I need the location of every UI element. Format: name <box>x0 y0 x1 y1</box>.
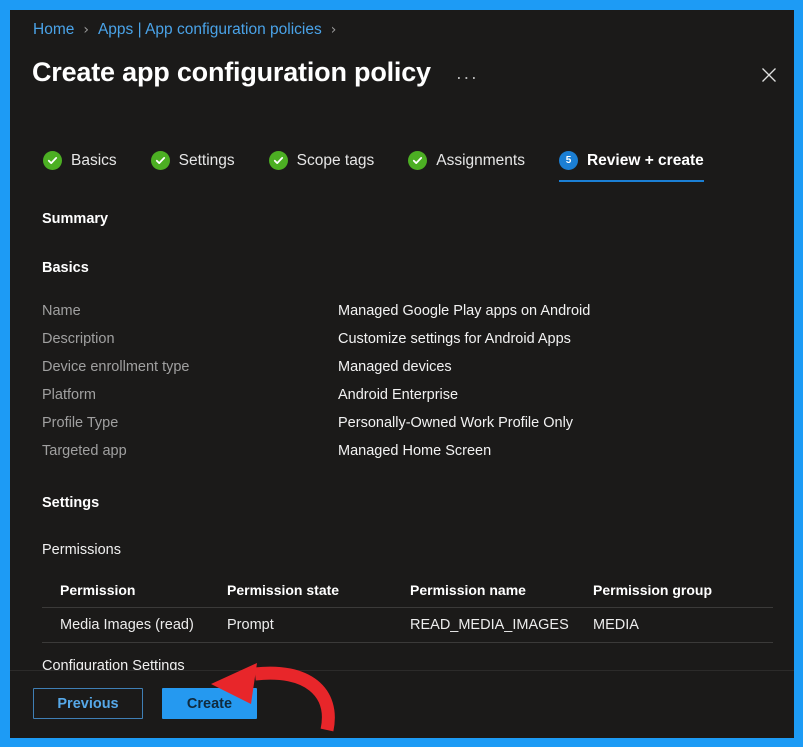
column-header-permission-group: Permission group <box>593 582 713 598</box>
table-header-row: Permission Permission state Permission n… <box>42 573 773 607</box>
configuration-settings-label: Configuration Settings <box>42 658 185 670</box>
basics-label: Name <box>42 303 81 319</box>
wizard-step-settings[interactable]: Settings <box>150 151 235 182</box>
wizard-step-assignments[interactable]: Assignments <box>408 151 525 182</box>
basics-value: Personally-Owned Work Profile Only <box>338 415 574 431</box>
create-button[interactable]: Create <box>162 688 257 719</box>
wizard-step-label: Basics <box>71 151 117 169</box>
breadcrumb: Home › Apps | App configuration policies… <box>33 21 345 39</box>
previous-button[interactable]: Previous <box>33 688 143 719</box>
permissions-table: Permission Permission state Permission n… <box>42 573 773 643</box>
summary-heading: Summary <box>42 211 109 227</box>
basics-row: Targeted app Managed Home Screen <box>42 437 774 465</box>
basics-rows: Name Managed Google Play apps on Android… <box>42 297 774 465</box>
column-header-permission: Permission <box>60 582 136 598</box>
check-icon <box>268 151 288 170</box>
column-header-permission-name: Permission name <box>410 582 526 598</box>
basics-value: Android Enterprise <box>338 387 459 403</box>
window-frame: Home › Apps | App configuration policies… <box>0 0 803 747</box>
column-header-permission-state: Permission state <box>227 582 340 598</box>
basics-label: Platform <box>42 387 96 403</box>
wizard-step-review-create[interactable]: 5 Review + create <box>558 151 704 182</box>
wizard-step-label: Review + create <box>586 151 704 169</box>
close-icon[interactable] <box>754 60 784 90</box>
wizard-step-scope-tags[interactable]: Scope tags <box>268 151 375 182</box>
check-icon <box>43 151 62 170</box>
basics-row: Profile Type Personally-Owned Work Profi… <box>42 409 774 437</box>
basics-value: Managed Home Screen <box>338 443 492 459</box>
basics-label: Targeted app <box>42 443 127 459</box>
cell-permission-name: READ_MEDIA_IMAGES <box>410 617 569 633</box>
basics-row: Platform Android Enterprise <box>42 381 774 409</box>
basics-row: Name Managed Google Play apps on Android <box>42 297 774 325</box>
breadcrumb-separator-icon: › <box>83 22 89 38</box>
cell-permission: Media Images (read) <box>60 617 194 633</box>
basics-heading: Basics <box>42 260 89 276</box>
title-row: Create app configuration policy ··· <box>32 57 478 88</box>
basics-value: Customize settings for Android Apps <box>338 331 571 347</box>
blade-panel: Home › Apps | App configuration policies… <box>10 10 794 738</box>
breadcrumb-item-apps[interactable]: Apps | App configuration policies <box>98 21 322 39</box>
cell-permission-group: MEDIA <box>593 617 639 633</box>
check-icon <box>408 151 428 170</box>
wizard-step-label: Scope tags <box>296 151 375 169</box>
basics-label: Description <box>42 331 115 347</box>
breadcrumb-separator-icon-2: › <box>330 22 337 38</box>
basics-value: Managed devices <box>338 359 452 375</box>
cell-permission-state: Prompt <box>227 617 274 633</box>
basics-label: Device enrollment type <box>42 359 190 375</box>
permissions-label: Permissions <box>42 542 121 558</box>
breadcrumb-item-home[interactable]: Home <box>33 21 74 39</box>
basics-label: Profile Type <box>42 415 119 431</box>
basics-row: Description Customize settings for Andro… <box>42 325 774 353</box>
step-number: 5 <box>565 154 572 166</box>
footer-bar: Previous Create <box>10 670 794 738</box>
settings-heading: Settings <box>42 495 100 511</box>
check-icon <box>150 151 170 170</box>
basics-value: Managed Google Play apps on Android <box>338 303 591 319</box>
basics-row: Device enrollment type Managed devices <box>42 353 774 381</box>
wizard-step-label: Settings <box>178 151 235 169</box>
wizard-steps: Basics Settings Scope tags Assignments 5… <box>43 151 738 182</box>
ellipsis-icon[interactable]: ··· <box>456 68 478 86</box>
wizard-step-label: Assignments <box>436 151 525 169</box>
wizard-step-basics[interactable]: Basics <box>43 151 117 182</box>
step-number-badge: 5 <box>558 151 578 170</box>
table-row: Media Images (read) Prompt READ_MEDIA_IM… <box>42 607 773 643</box>
page-title: Create app configuration policy <box>32 57 431 87</box>
summary-content: Summary Basics Name Managed Google Play … <box>10 200 794 670</box>
